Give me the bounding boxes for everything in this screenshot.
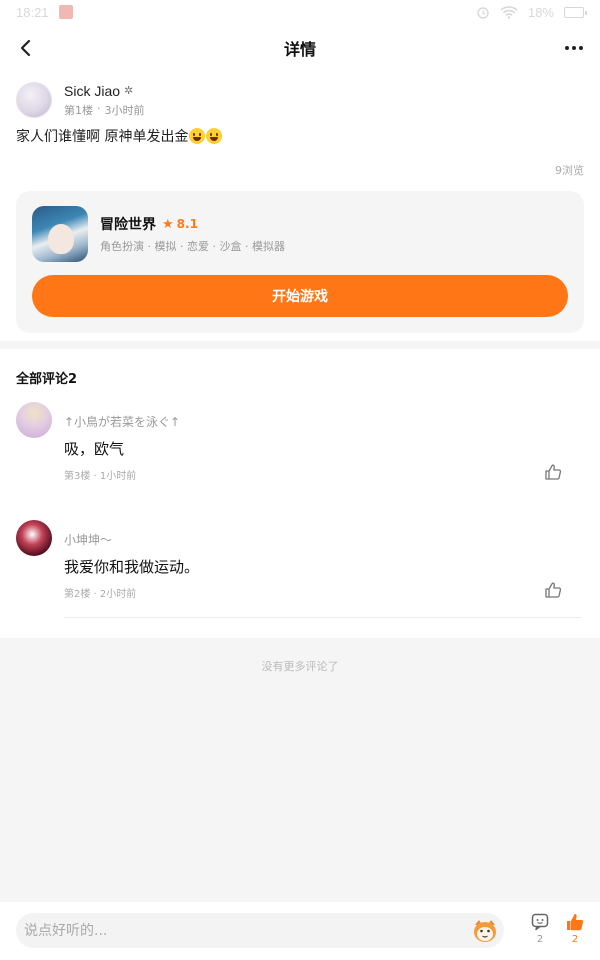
meta-separator: ·	[97, 101, 101, 115]
app-notification-icon	[58, 5, 73, 19]
post-content: 家人们谁懂啊 原神单发出金	[16, 126, 223, 146]
comments-header: 全部评论2	[16, 372, 78, 387]
like-count: 2	[571, 934, 579, 945]
grinning-emoji-icon	[206, 128, 223, 144]
author-name[interactable]: Sick Jiao	[64, 83, 120, 99]
detail-page: 18:21 18% 详情 Sick Jiao ✲ 第1楼 · 3小时前 家人们谁…	[0, 0, 600, 960]
game-tags: 角色扮演 · 模拟 · 恋爱 · 沙盒 · 模拟器	[100, 240, 285, 253]
comment-count-button[interactable]: 2	[525, 912, 555, 945]
comment-count: 2	[536, 934, 544, 945]
mascot-emoji-icon[interactable]	[472, 919, 498, 943]
game-cover-image[interactable]	[32, 206, 88, 262]
comment-meta: 第2楼 · 2小时前	[64, 589, 137, 600]
status-time: 18:21	[16, 4, 49, 20]
star-icon: ★	[162, 216, 174, 232]
game-card[interactable]: 冒险世界 ★ 8.1 角色扮演 · 模拟 · 恋爱 · 沙盒 · 模拟器 开始游…	[16, 191, 584, 333]
page-title: 详情	[283, 40, 316, 59]
game-rating: 8.1	[176, 217, 198, 231]
section-divider	[0, 341, 600, 349]
game-character-art	[48, 224, 74, 254]
comment-divider	[64, 617, 582, 618]
commenter-avatar[interactable]	[16, 402, 52, 438]
comment-input[interactable]	[16, 913, 504, 948]
more-dot-icon	[572, 46, 576, 50]
view-count: 9浏览	[555, 164, 584, 177]
comment-bubble-icon	[531, 913, 549, 931]
back-button[interactable]	[12, 34, 40, 62]
more-options-button[interactable]	[560, 34, 588, 62]
battery-icon	[564, 6, 587, 18]
bottom-bar: 2 2	[0, 902, 600, 960]
more-dot-icon	[579, 46, 583, 50]
top-nav: 详情	[0, 24, 600, 72]
thumbs-up-filled-icon	[567, 914, 584, 931]
more-dot-icon	[565, 46, 569, 50]
alarm-icon	[477, 7, 489, 19]
post-author[interactable]: Sick Jiao ✲ 第1楼 · 3小时前	[16, 82, 145, 118]
chevron-left-icon	[20, 39, 31, 57]
thumbs-up-icon	[545, 582, 562, 598]
post-time: 3小时前	[104, 103, 145, 117]
grinning-emoji-icon	[189, 128, 206, 144]
post-text: 家人们谁懂啊 原神单发出金	[16, 129, 189, 145]
like-count-button[interactable]: 2	[560, 912, 590, 945]
battery-level: 18%	[527, 4, 554, 20]
list-end-area	[0, 638, 600, 902]
author-avatar[interactable]	[16, 82, 52, 118]
comment-like-button[interactable]	[544, 581, 562, 599]
commenter-name[interactable]: ↑小鳥が若菜を泳ぐ↑	[64, 413, 180, 430]
post-floor: 第1楼	[64, 103, 93, 117]
status-bar: 18:21 18%	[0, 0, 600, 24]
game-name[interactable]: 冒险世界	[100, 214, 156, 234]
gear-badge-icon: ✲	[124, 85, 134, 97]
wifi-icon	[500, 6, 518, 19]
start-game-button[interactable]: 开始游戏	[32, 275, 568, 317]
comment-text: 吸，欧气	[64, 440, 125, 458]
comment-meta: 第3楼 · 1小时前	[64, 471, 137, 482]
thumbs-up-icon	[545, 464, 562, 480]
commenter-avatar[interactable]	[16, 520, 52, 556]
no-more-comments: 没有更多评论了	[261, 660, 339, 673]
comment-text: 我爱你和我做运动。	[64, 558, 200, 576]
commenter-name[interactable]: 小坤坤～	[64, 531, 112, 548]
comment-like-button[interactable]	[544, 463, 562, 481]
